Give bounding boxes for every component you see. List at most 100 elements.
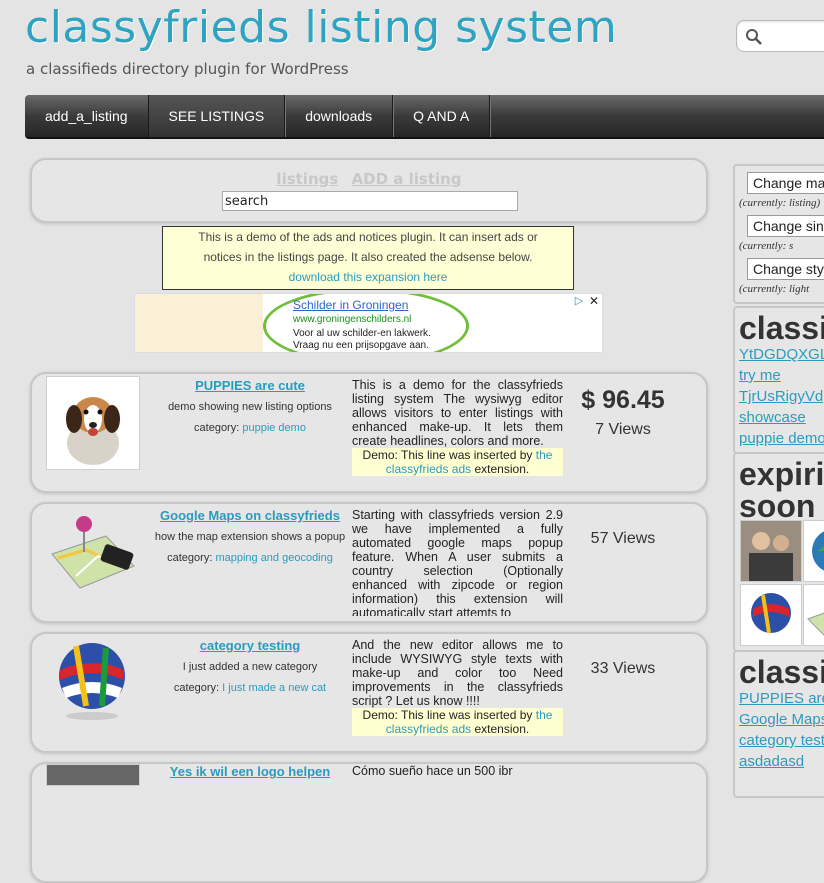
expiring-widget: expiring soon (733, 452, 824, 652)
nav-downloads[interactable]: downloads (285, 95, 394, 137)
listing-description: Starting with classyfrieds version 2.9 w… (352, 508, 563, 616)
widget-heading: expiring (739, 456, 824, 492)
listing-thumbnail[interactable] (46, 376, 140, 470)
listing-category: category: puppie demo (150, 418, 350, 439)
listing-thumbnail[interactable] (46, 636, 138, 728)
notice-download-link[interactable]: download this expansion here (289, 270, 448, 284)
category-label: category: (167, 552, 213, 564)
listing-description: This is a demo for the classyfrieds list… (352, 378, 563, 486)
category-link[interactable]: I just made a new cat (222, 682, 326, 694)
classifieds-widget: classifieds YtDGDQXGLl try me TjrUsRigyV… (733, 306, 824, 454)
listings-toolbar: listings ADD a listing (30, 158, 708, 223)
nav-add-listing[interactable]: add_a_listing (25, 95, 149, 137)
classified-link[interactable]: TjrUsRigyVd (735, 386, 824, 407)
header-search-input[interactable] (736, 20, 824, 52)
listing-summary: category testing I just added a new cate… (150, 638, 350, 699)
main-navigation: add_a_listing SEE LISTINGS downloads Q A… (25, 95, 824, 139)
change-map-button[interactable]: Change map (747, 172, 824, 194)
recent-link[interactable]: Google Maps on (735, 709, 824, 730)
listing-thumbnail[interactable] (46, 506, 138, 598)
classified-link[interactable]: showcase (735, 407, 824, 428)
demo-notice-suffix: extension. (474, 722, 530, 736)
demo-notice: Demo: This line was inserted by the clas… (352, 708, 563, 736)
category-link[interactable]: mapping and geocoding (215, 552, 332, 564)
listing-search-input[interactable] (222, 191, 518, 211)
listing-views: 7 Views (595, 421, 651, 438)
classified-link[interactable]: try me (735, 365, 824, 386)
recent-classifieds-widget: classifieds PUPPIES are cute Google Maps… (733, 650, 824, 798)
ads-notice: This is a demo of the ads and notices pl… (162, 226, 574, 290)
notice-line-1: This is a demo of the ads and notices pl… (198, 230, 538, 244)
listing-title[interactable]: category testing (150, 638, 350, 653)
listing-card: category testing I just added a new cate… (30, 632, 708, 753)
change-style-note: (currently: light (739, 283, 810, 295)
puppy-image (47, 377, 139, 469)
recent-link[interactable]: asdadasd (735, 751, 824, 772)
recent-link[interactable]: category testing (735, 730, 824, 751)
ad-url[interactable]: www.groningenschilders.nl (293, 314, 411, 325)
nav-see-listings[interactable]: SEE LISTINGS (148, 95, 286, 137)
description-text: This is a demo for the classyfrieds list… (352, 378, 563, 448)
listing-category: category: mapping and geocoding (150, 548, 350, 569)
category-label: category: (173, 682, 220, 694)
tab-listings[interactable]: listings (276, 170, 338, 188)
demo-notice: Demo: This line was inserted by the clas… (352, 448, 563, 476)
people-image (741, 521, 801, 581)
close-icon[interactable]: ✕ (587, 294, 601, 308)
listing-title[interactable]: PUPPIES are cute (150, 378, 350, 393)
listing-card: Google Maps on classyfrieds how the map … (30, 502, 708, 623)
adsense-banner[interactable]: Schilder in Groningen www.groningenschil… (134, 293, 603, 353)
flag-globe-image (751, 593, 791, 634)
expiring-thumbnail[interactable] (740, 584, 802, 646)
ad-text-2: Vraag nu een prijsopgave aan. (293, 340, 429, 351)
recent-link[interactable]: PUPPIES are cute (735, 688, 824, 709)
demo-link-ads[interactable]: classyfrieds ads (386, 722, 471, 736)
classified-link[interactable]: puppie demo (735, 428, 824, 449)
listing-stats: $ 96.45 7 Views (568, 386, 678, 439)
listing-stats: 57 Views (568, 524, 678, 548)
change-style-button[interactable]: Change style (747, 258, 824, 280)
change-single-note: (currently: s (739, 240, 794, 252)
tab-add-listing[interactable]: ADD a listing (352, 170, 462, 188)
listing-description: Cómo sueño hace un 500 ibr (352, 764, 513, 778)
description-text: And the new editor allows me to include … (352, 638, 563, 708)
change-map-note: (currently: listing) (739, 197, 821, 209)
widget-heading: classifieds (739, 654, 824, 690)
globe-image (812, 531, 824, 571)
expiring-thumbnail[interactable] (803, 584, 824, 646)
map-image (807, 612, 824, 636)
nav-q-and-a[interactable]: Q AND A (393, 95, 491, 137)
sidebar: Change map (currently: listing) Change s… (733, 162, 824, 798)
widget-heading: classifieds (739, 310, 824, 346)
change-single-button[interactable]: Change single (747, 215, 824, 237)
category-link[interactable]: puppie demo (242, 422, 306, 434)
ad-title[interactable]: Schilder in Groningen (293, 298, 408, 312)
description-text: Starting with classyfrieds version 2.9 w… (352, 508, 563, 616)
listing-views: 57 Views (590, 530, 656, 547)
demo-notice-suffix: extension. (474, 462, 530, 476)
widget-heading-2: soon (739, 488, 816, 524)
listing-thumbnail[interactable] (46, 764, 140, 786)
map-image (51, 516, 135, 589)
listing-tabs: listings ADD a listing (32, 170, 706, 188)
ad-strip (135, 294, 263, 352)
expiring-thumbnail[interactable] (803, 520, 824, 582)
listing-description: And the new editor allows me to include … (352, 638, 563, 746)
listing-stats: 33 Views (568, 654, 678, 678)
demo-notice-prefix: Demo: This line was inserted by (362, 448, 533, 462)
site-title[interactable]: classyfrieds listing system (25, 2, 617, 53)
category-label: category: (194, 422, 240, 434)
classified-link[interactable]: YtDGDQXGLl (735, 344, 824, 365)
listing-title[interactable]: Google Maps on classyfrieds (150, 508, 350, 523)
listing-price: $ 96.45 (581, 386, 665, 414)
ad-text-1: Voor al uw schilder-en lakwerk. (293, 328, 431, 339)
listing-subtitle: how the map extension shows a popup (154, 531, 346, 543)
listing-summary: PUPPIES are cute demo showing new listin… (150, 378, 350, 439)
demo-link-the[interactable]: the (536, 708, 553, 722)
search-icon (746, 29, 762, 45)
ad-choices-icon[interactable]: ▷ (572, 294, 586, 308)
demo-link-ads[interactable]: classyfrieds ads (386, 462, 471, 476)
demo-link-the[interactable]: the (536, 448, 553, 462)
listing-subtitle: demo showing new listing options (168, 401, 332, 413)
expiring-thumbnail[interactable] (740, 520, 802, 582)
